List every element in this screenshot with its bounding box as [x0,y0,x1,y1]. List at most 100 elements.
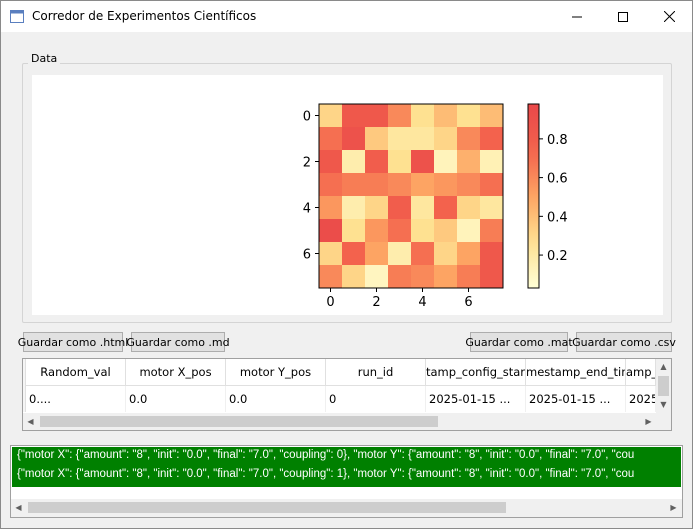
close-button[interactable] [646,1,692,32]
heatmap-cell [365,219,388,242]
heatmap-cell [434,265,457,288]
header-label: amp_ [626,365,656,379]
maximize-button[interactable] [600,1,646,32]
heatmap-cell [457,196,480,219]
heatmap-cell [457,104,480,127]
heatmap-cell [365,173,388,196]
heatmap-cell [480,219,503,242]
heatmap-cell [319,150,342,173]
table-cell[interactable]: 0.... [26,386,126,412]
heatmap-cell [388,196,411,219]
heatmap-cell [457,127,480,150]
heatmap-cell [319,196,342,219]
results-table[interactable]: Random_val motor X_pos motor Y_pos run_i… [22,358,672,431]
scroll-left-icon[interactable]: ◀ [11,499,26,516]
table-header-truncated[interactable]: amp_ [626,359,656,386]
heatmap-cell [319,127,342,150]
heatmap-cell [342,150,365,173]
colorbar-tick-label: 0.2 [547,249,568,264]
heatmap-cell [365,104,388,127]
heatmap-cell [319,173,342,196]
table-cell[interactable]: 0.0 [126,386,226,412]
table-horizontal-scrollbar[interactable]: ◀ ▶ [23,413,656,430]
title-bar: Corredor de Experimentos Científicos [1,1,692,32]
save-mat-button[interactable]: Guardar como .mat [465,332,573,352]
table-cell[interactable]: 0.0 [226,386,326,412]
y-tick-label: 2 [303,156,311,171]
heatmap-cell [434,104,457,127]
heatmap-cell [319,104,342,127]
table-hscroll-thumb[interactable] [40,416,438,427]
save-md-button[interactable]: Guardar como .md [126,332,230,352]
table-header-random-val[interactable]: Random_val [26,359,126,386]
heatmap-cell [411,242,434,265]
save-html-button[interactable]: Guardar como .html [18,332,128,352]
x-tick-label: 2 [372,295,380,310]
heatmap-cell [434,173,457,196]
heatmap-cell [365,265,388,288]
table-cell[interactable]: 2025 [626,386,656,412]
table-cell[interactable]: 2025-01-15 ... [526,386,626,412]
heatmap-cell [388,150,411,173]
table-header-timestamp-end[interactable]: mestamp_end_tim [526,359,626,386]
heatmap-cell [480,127,503,150]
scrollbar-corner [656,413,671,430]
table-vertical-scrollbar[interactable]: ▲ ▼ [656,359,671,413]
heatmap-cell [434,219,457,242]
log-hscroll-thumb[interactable] [28,502,506,513]
heatmap-cell [365,150,388,173]
data-group-label: Data [28,52,61,65]
save-csv-button[interactable]: Guardar como .csv [572,332,676,352]
close-icon [663,11,675,22]
heatmap-cell [480,173,503,196]
heatmap-cell [457,265,480,288]
heatmap-cell [388,242,411,265]
log-line: {"motor X": {"amount": "8", "init": "0.0… [17,449,635,461]
heatmap-cell [342,127,365,150]
heatmap-cell [411,150,434,173]
heatmap-cell [342,219,365,242]
header-label: run_id [357,365,394,379]
scroll-right-icon[interactable]: ▶ [641,413,656,430]
main-window: Corredor de Experimentos Científicos Dat… [0,0,693,529]
heatmap-cell [411,104,434,127]
heatmap-cell [342,104,365,127]
heatmap-cell [480,242,503,265]
y-tick-label: 0 [303,110,311,125]
log-horizontal-scrollbar[interactable]: ◀ ▶ [11,499,682,517]
table-cell[interactable]: 0 [326,386,426,412]
heatmap-cell [365,196,388,219]
heatmap-cell [457,219,480,242]
heatmap-cell [411,127,434,150]
heatmap-cell [457,173,480,196]
heatmap-cell [434,196,457,219]
x-tick-label: 0 [326,295,334,310]
heatmap-cell [365,127,388,150]
scroll-left-icon[interactable]: ◀ [23,413,38,430]
log-output[interactable]: {"motor X": {"amount": "8", "init": "0.0… [10,445,683,518]
scroll-down-icon[interactable]: ▼ [656,397,671,412]
header-label: motor X_pos [139,365,212,379]
colorbar [527,103,540,289]
heatmap-cell [480,196,503,219]
table-header-motor-y-pos[interactable]: motor Y_pos [226,359,326,386]
heatmap-cell [342,196,365,219]
table-cell[interactable]: 2025-01-15 ... [426,386,526,412]
table-header-timestamp-config-start[interactable]: tamp_config_start [426,359,526,386]
heatmap-cell [342,265,365,288]
window-title: Corredor de Experimentos Científicos [32,9,257,23]
scroll-up-icon[interactable]: ▲ [656,359,671,374]
table-vscroll-thumb[interactable] [658,376,669,396]
minimize-button[interactable] [554,1,600,32]
heatmap-cell [434,150,457,173]
heatmap-cell [365,242,388,265]
heatmap-cell [434,127,457,150]
table-header-run-id[interactable]: run_id [326,359,426,386]
colorbar-tick-label: 0.8 [547,133,568,148]
table-header-motor-x-pos[interactable]: motor X_pos [126,359,226,386]
scroll-right-icon[interactable]: ▶ [666,499,681,516]
heatmap-cell [480,150,503,173]
heatmap-cell [457,150,480,173]
heatmap-cell [388,265,411,288]
app-icon [10,10,24,23]
